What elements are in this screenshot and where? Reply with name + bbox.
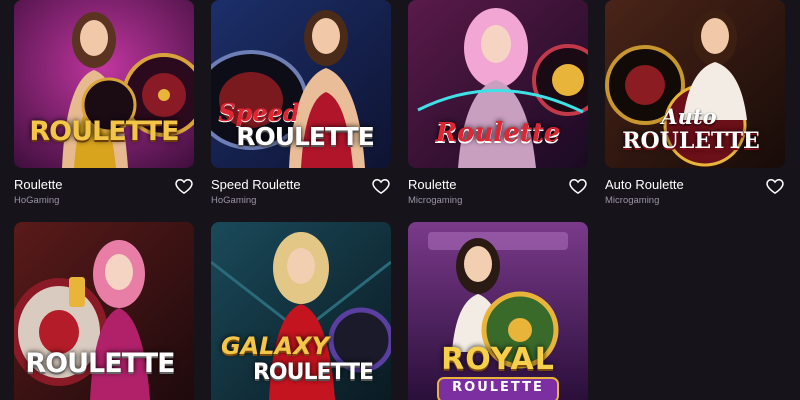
game-provider: Microgaming xyxy=(408,195,463,206)
favorite-button[interactable] xyxy=(174,176,194,196)
game-thumbnail[interactable]: GALAXY ROULETTE xyxy=(211,222,391,400)
heart-outline-icon xyxy=(569,178,587,194)
game-card[interactable]: Auto ROULETTE Auto Roulette Microgaming xyxy=(605,0,785,218)
game-provider: HoGaming xyxy=(211,195,257,206)
game-logo: ROULETTE xyxy=(25,348,175,379)
game-card[interactable]: ROULETTE Roulette HoGaming xyxy=(14,0,194,218)
heart-outline-icon xyxy=(175,178,193,194)
game-logo: ROULETTE xyxy=(252,360,374,385)
game-logo: ROULETTE xyxy=(452,380,544,395)
favorite-button[interactable] xyxy=(765,176,785,196)
game-thumbnail[interactable]: Roulette xyxy=(408,0,588,168)
game-card[interactable]: Speed ROULETTE Speed Roulette HoGaming xyxy=(211,0,391,218)
game-thumbnail[interactable]: Auto ROULETTE xyxy=(605,0,785,168)
heart-outline-icon xyxy=(372,178,390,194)
game-title[interactable]: Roulette xyxy=(408,177,456,192)
game-card[interactable]: ROULETTE xyxy=(14,222,194,400)
game-provider: Microgaming xyxy=(605,195,660,206)
favorite-button[interactable] xyxy=(371,176,391,196)
game-logo-sub: ROYAL xyxy=(441,342,555,377)
game-card[interactable]: ROYAL ROULETTE xyxy=(408,222,588,400)
game-logo: Roulette xyxy=(435,118,561,148)
game-thumbnail[interactable]: ROYAL ROULETTE xyxy=(408,222,588,400)
game-thumbnail[interactable]: ROULETTE xyxy=(14,222,194,400)
game-card[interactable]: Roulette Roulette Microgaming xyxy=(408,0,588,218)
game-title[interactable]: Auto Roulette xyxy=(605,177,684,192)
game-logo-sub: Auto xyxy=(661,104,717,129)
game-logo: ROULETTE xyxy=(29,116,179,147)
game-grid: ROULETTE Roulette HoGaming Speed ROULETT… xyxy=(0,0,800,400)
heart-outline-icon xyxy=(766,178,784,194)
game-thumbnail[interactable]: ROULETTE xyxy=(14,0,194,168)
favorite-button[interactable] xyxy=(568,176,588,196)
game-logo: ROULETTE xyxy=(622,128,760,154)
game-logo: ROULETTE xyxy=(236,122,375,151)
game-title[interactable]: Roulette xyxy=(14,177,62,192)
game-logo-sub: GALAXY xyxy=(220,332,330,360)
game-thumbnail[interactable]: Speed ROULETTE xyxy=(211,0,391,168)
game-card[interactable]: GALAXY ROULETTE xyxy=(211,222,391,400)
game-provider: HoGaming xyxy=(14,195,60,206)
game-title[interactable]: Speed Roulette xyxy=(211,177,301,192)
